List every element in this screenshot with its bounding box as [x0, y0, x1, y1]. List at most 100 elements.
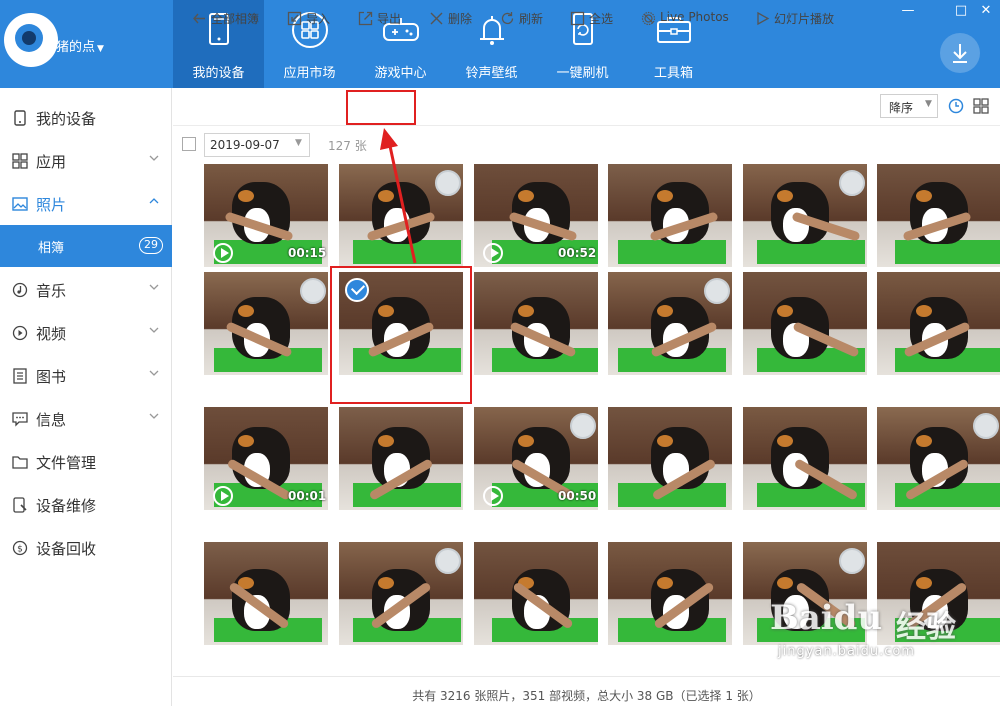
- refresh-button[interactable]: 刷新: [500, 9, 546, 29]
- sidebar-item-apps[interactable]: 应用: [0, 143, 172, 179]
- play-icon[interactable]: [483, 486, 503, 506]
- play-icon[interactable]: [213, 243, 233, 263]
- photo-thumbnail[interactable]: [339, 164, 463, 267]
- checkbox-icon: [570, 11, 585, 26]
- video-icon: [12, 325, 28, 341]
- sidebar-item-video[interactable]: 视频: [0, 315, 172, 351]
- repair-icon: [13, 497, 27, 513]
- photo-thumbnail[interactable]: [608, 164, 732, 267]
- photo-thumbnail[interactable]: 00:50: [474, 407, 598, 510]
- video-duration: 00:01: [288, 489, 327, 503]
- photo-thumbnail[interactable]: [204, 272, 328, 375]
- sidebar-item-label: 应用: [36, 153, 67, 171]
- photo-thumbnail[interactable]: [608, 407, 732, 510]
- photo-thumbnail[interactable]: [339, 407, 463, 510]
- sidebar-item-photos[interactable]: 照片: [0, 186, 172, 222]
- message-icon: [12, 412, 28, 427]
- sidebar-item-music[interactable]: 音乐: [0, 272, 172, 308]
- photo-thumbnail[interactable]: 00:52: [474, 164, 598, 267]
- photo-thumbnail[interactable]: [204, 542, 328, 645]
- close-icon: [430, 12, 443, 25]
- photo-thumbnail[interactable]: [474, 272, 598, 375]
- photo-thumbnail[interactable]: [608, 542, 732, 645]
- folder-icon: [12, 456, 28, 469]
- minimize-button[interactable]: —: [898, 3, 918, 18]
- photo-thumbnail[interactable]: [474, 542, 598, 645]
- sidebar-item-label: 音乐: [36, 282, 67, 300]
- caret-down-icon: ▼: [97, 44, 104, 54]
- select-all-button[interactable]: 全选: [570, 9, 618, 29]
- photo-thumbnail[interactable]: [877, 407, 1000, 510]
- date-select[interactable]: 2019-09-07 ▼: [204, 133, 310, 157]
- toolbar-label: 全部相簿: [211, 12, 260, 26]
- photo-thumbnail[interactable]: [608, 272, 732, 375]
- sidebar-item-books[interactable]: 图书: [0, 358, 172, 394]
- toolbar-label: Live Photos: [660, 10, 729, 24]
- sort-order-select[interactable]: 降序 ▼: [880, 94, 938, 118]
- play-icon[interactable]: [483, 243, 503, 263]
- toolbar-label: 导入: [306, 12, 331, 26]
- chevron-down-icon: [149, 370, 159, 376]
- import-button[interactable]: 导入: [287, 9, 333, 29]
- export-button[interactable]: 导出: [358, 9, 408, 29]
- watermark-cn: 经验: [896, 610, 956, 645]
- sidebar-item-messages[interactable]: 信息: [0, 401, 172, 437]
- sidebar-item-label: 设备维修: [36, 497, 97, 515]
- toolbar-label: 删除: [448, 12, 473, 26]
- sidebar-item-repair[interactable]: 设备维修: [0, 487, 172, 523]
- baidu-watermark: Baidu 经验 jingyan.baidu.com: [770, 598, 998, 662]
- photo-thumbnail[interactable]: [743, 272, 867, 375]
- album-count-badge: 29: [139, 237, 163, 254]
- app-logo[interactable]: 猪的点 ▼: [0, 0, 172, 88]
- sidebar-item-label: 照片: [36, 196, 67, 214]
- sidebar-item-file-manager[interactable]: 文件管理: [0, 444, 172, 480]
- nav-label: 铃声壁纸: [465, 66, 518, 81]
- slideshow-button[interactable]: 幻灯片播放: [755, 9, 839, 29]
- account-name[interactable]: 猪的点 ▼: [56, 36, 104, 55]
- live-photos-button[interactable]: Live Photos: [641, 9, 731, 29]
- sidebar-item-label: 相簿: [38, 241, 65, 256]
- nav-label: 一键刷机: [556, 66, 609, 81]
- watermark-brand: Baidu: [770, 598, 883, 638]
- sidebar-item-my-device[interactable]: 我的设备: [0, 100, 172, 136]
- nav-label: 应用市场: [283, 66, 336, 81]
- video-duration: 00:50: [558, 489, 597, 503]
- sidebar-item-albums[interactable]: 相簿 29: [0, 225, 172, 267]
- toolbar-label: 刷新: [519, 12, 544, 26]
- clock-view-icon[interactable]: [948, 98, 964, 114]
- recycle-icon: $: [12, 540, 28, 556]
- back-to-albums-button[interactable]: 全部相簿: [192, 9, 267, 29]
- nav-label: 我的设备: [192, 66, 245, 81]
- book-icon: [13, 368, 27, 384]
- live-photo-icon: [641, 11, 656, 26]
- photo-thumbnail[interactable]: [743, 407, 867, 510]
- photo-thumbnail[interactable]: 00:01: [204, 407, 328, 510]
- chevron-down-icon: [149, 413, 159, 419]
- chevron-down-icon: ▼: [295, 138, 302, 148]
- apps-icon: [12, 153, 28, 169]
- chevron-down-icon: [149, 327, 159, 333]
- date-group-checkbox[interactable]: [182, 137, 196, 151]
- grid-view-icon[interactable]: [973, 98, 989, 114]
- nav-label: 工具箱: [653, 66, 693, 81]
- chevron-up-icon: [149, 198, 159, 204]
- phone-icon: [14, 110, 26, 126]
- play-icon[interactable]: [213, 486, 233, 506]
- photo-thumbnail[interactable]: [877, 164, 1000, 267]
- status-bar: 共有 3216 张照片，351 部视频，总大小 38 GB（已选择 1 张）: [173, 676, 1000, 706]
- sidebar-item-recycle[interactable]: $ 设备回收: [0, 530, 172, 566]
- logo-eye: [15, 24, 43, 52]
- sidebar-item-label: 图书: [36, 368, 67, 386]
- close-button[interactable]: ✕: [976, 3, 996, 18]
- maximize-button[interactable]: □: [951, 3, 971, 18]
- delete-button[interactable]: 删除: [429, 9, 475, 29]
- sort-order-value: 降序: [889, 101, 914, 115]
- chevron-down-icon: ▼: [925, 99, 932, 109]
- sidebar-item-label: 信息: [36, 411, 67, 429]
- photo-thumbnail[interactable]: 00:15: [204, 164, 328, 267]
- video-duration: 00:52: [558, 246, 597, 260]
- selected-highlight-box: [330, 266, 472, 404]
- photo-thumbnail[interactable]: [743, 164, 867, 267]
- photo-thumbnail[interactable]: [339, 542, 463, 645]
- photo-thumbnail[interactable]: [877, 272, 1000, 375]
